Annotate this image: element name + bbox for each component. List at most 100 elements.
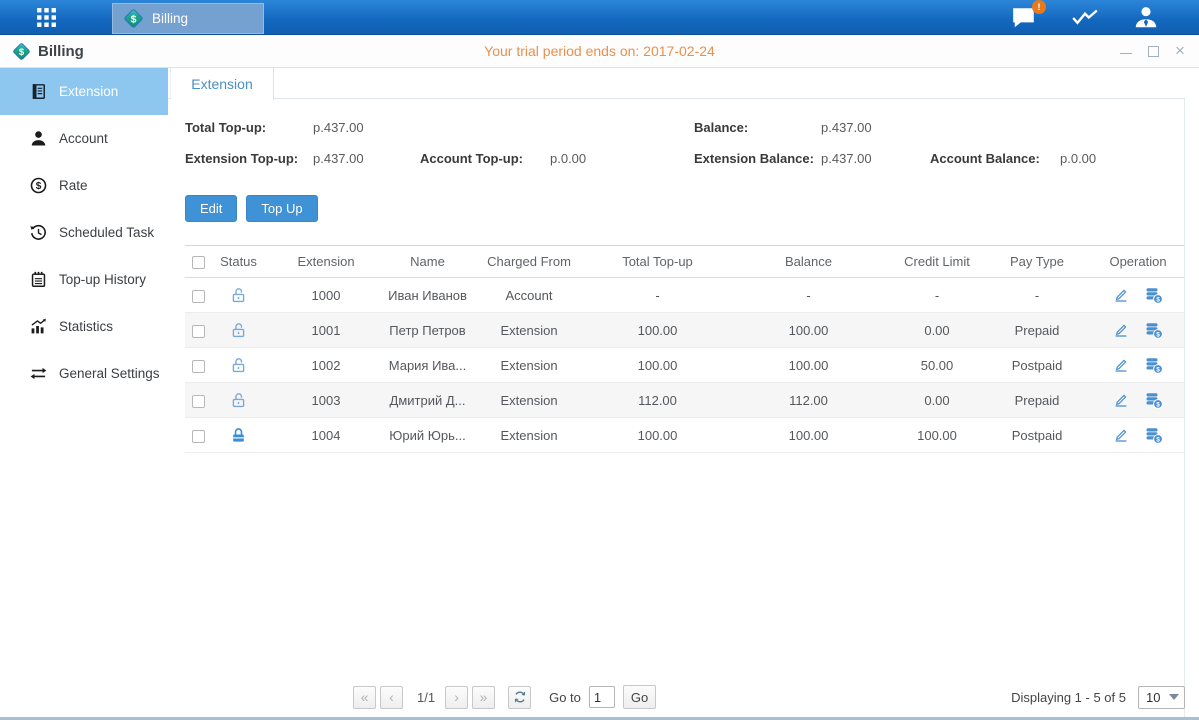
top-up-button[interactable]: Top Up bbox=[246, 195, 317, 222]
topup-history-icon bbox=[30, 271, 47, 288]
taskbar: $ Billing ! bbox=[0, 0, 1199, 35]
sidebar-item-statistics[interactable]: Statistics bbox=[0, 303, 168, 350]
select-all-checkbox[interactable] bbox=[192, 256, 205, 269]
extension-icon bbox=[30, 83, 47, 100]
row-checkbox[interactable] bbox=[192, 395, 205, 408]
chevron-down-icon bbox=[1169, 694, 1179, 700]
lock-open-icon bbox=[230, 322, 247, 339]
charged-from-cell: Extension bbox=[469, 348, 589, 383]
panel-border bbox=[1184, 99, 1185, 717]
extension-topup-label: Extension Top-up: bbox=[185, 151, 313, 166]
edit-icon[interactable] bbox=[1113, 392, 1129, 408]
sidebar-item-label: Extension bbox=[59, 84, 118, 99]
user-icon[interactable] bbox=[1133, 6, 1159, 30]
sidebar-item-general-settings[interactable]: General Settings bbox=[0, 350, 168, 397]
credit-limit-cell: - bbox=[891, 278, 983, 313]
name-cell: Дмитрий Д... bbox=[386, 383, 469, 418]
row-checkbox[interactable] bbox=[192, 325, 205, 338]
lock-open-icon bbox=[230, 287, 247, 304]
balance-cell: 100.00 bbox=[726, 313, 891, 348]
extension-cell: 1003 bbox=[266, 383, 386, 418]
column-header-status[interactable]: Status bbox=[211, 246, 266, 278]
total-topup-label: Total Top-up: bbox=[185, 120, 313, 135]
table-row: 1003Дмитрий Д...Extension112.00112.000.0… bbox=[185, 383, 1185, 418]
close-button[interactable]: × bbox=[1173, 44, 1187, 58]
pay-type-cell: Postpaid bbox=[983, 418, 1091, 453]
sidebar-item-scheduled-task[interactable]: Scheduled Task bbox=[0, 209, 168, 256]
row-checkbox[interactable] bbox=[192, 290, 205, 303]
row-checkbox[interactable] bbox=[192, 430, 205, 443]
column-header-credit-limit[interactable]: Credit Limit bbox=[891, 246, 983, 278]
goto-page-input[interactable] bbox=[589, 686, 615, 708]
balance-label: Balance: bbox=[694, 120, 821, 135]
page-size-value: 10 bbox=[1146, 690, 1160, 705]
edit-icon[interactable] bbox=[1113, 322, 1129, 338]
name-cell: Мария Ива... bbox=[386, 348, 469, 383]
pay-type-cell: Prepaid bbox=[983, 383, 1091, 418]
topup-icon[interactable]: $ bbox=[1145, 357, 1163, 374]
table-row: 1002Мария Ива...Extension100.00100.0050.… bbox=[185, 348, 1185, 383]
pay-type-cell: - bbox=[983, 278, 1091, 313]
column-header-extension[interactable]: Extension bbox=[266, 246, 386, 278]
sidebar-item-rate[interactable]: $Rate bbox=[0, 162, 168, 209]
balance-summary: Total Top-up: p.437.00 Balance: p.437.00… bbox=[168, 99, 1199, 174]
table-header-row: StatusExtensionNameCharged FromTotal Top… bbox=[185, 246, 1185, 278]
action-bar: Edit Top Up bbox=[168, 174, 1199, 222]
statistics-icon bbox=[30, 318, 47, 335]
extension-table: StatusExtensionNameCharged FromTotal Top… bbox=[185, 245, 1185, 453]
last-page-button[interactable]: » bbox=[472, 686, 495, 709]
tab-extension[interactable]: Extension bbox=[170, 68, 274, 100]
pay-type-cell: Prepaid bbox=[983, 313, 1091, 348]
page-indicator: 1/1 bbox=[417, 690, 435, 705]
topup-icon[interactable]: $ bbox=[1145, 287, 1163, 304]
topup-icon[interactable]: $ bbox=[1145, 427, 1163, 444]
resource-monitor-icon[interactable] bbox=[1071, 7, 1099, 29]
credit-limit-cell: 100.00 bbox=[891, 418, 983, 453]
extension-cell: 1002 bbox=[266, 348, 386, 383]
column-header-operation[interactable]: Operation bbox=[1091, 246, 1185, 278]
minimize-button[interactable] bbox=[1119, 44, 1133, 58]
edit-button[interactable]: Edit bbox=[185, 195, 237, 222]
prev-page-button[interactable]: ‹ bbox=[380, 686, 403, 709]
apps-grid-icon[interactable] bbox=[34, 7, 60, 29]
first-page-button[interactable]: « bbox=[353, 686, 376, 709]
total-topup-cell: 112.00 bbox=[589, 383, 726, 418]
general-settings-icon bbox=[30, 365, 47, 382]
total-topup-cell: - bbox=[589, 278, 726, 313]
go-button[interactable]: Go bbox=[623, 685, 656, 709]
page-size-select[interactable]: 10 bbox=[1138, 686, 1185, 709]
sidebar-item-extension[interactable]: Extension bbox=[0, 68, 168, 115]
tab-strip: Extension bbox=[168, 68, 1199, 99]
taskbar-tab-label: Billing bbox=[152, 11, 188, 26]
taskbar-tab-billing[interactable]: $ Billing bbox=[112, 3, 264, 34]
sidebar-item-top-up-history[interactable]: Top-up History bbox=[0, 256, 168, 303]
messages-icon[interactable]: ! bbox=[1011, 6, 1037, 30]
balance-cell: - bbox=[726, 278, 891, 313]
sidebar-item-label: Rate bbox=[59, 178, 88, 193]
edit-icon[interactable] bbox=[1113, 287, 1129, 303]
refresh-button[interactable] bbox=[508, 686, 531, 709]
column-header-pay-type[interactable]: Pay Type bbox=[983, 246, 1091, 278]
extension-cell: 1001 bbox=[266, 313, 386, 348]
column-header-charged-from[interactable]: Charged From bbox=[469, 246, 589, 278]
row-checkbox[interactable] bbox=[192, 360, 205, 373]
column-header-name[interactable]: Name bbox=[386, 246, 469, 278]
name-cell: Иван Иванов bbox=[386, 278, 469, 313]
sidebar-item-account[interactable]: Account bbox=[0, 115, 168, 162]
topup-icon[interactable]: $ bbox=[1145, 322, 1163, 339]
column-header-balance[interactable]: Balance bbox=[726, 246, 891, 278]
lock-open-icon bbox=[230, 392, 247, 409]
edit-icon[interactable] bbox=[1113, 427, 1129, 443]
extension-balance-label: Extension Balance: bbox=[694, 151, 821, 166]
total-topup-cell: 100.00 bbox=[589, 313, 726, 348]
next-page-button[interactable]: › bbox=[445, 686, 468, 709]
topup-icon[interactable]: $ bbox=[1145, 392, 1163, 409]
account-topup-label: Account Top-up: bbox=[420, 151, 550, 166]
edit-icon[interactable] bbox=[1113, 357, 1129, 373]
maximize-button[interactable] bbox=[1146, 44, 1160, 58]
svg-text:$: $ bbox=[1156, 296, 1160, 303]
extension-cell: 1000 bbox=[266, 278, 386, 313]
charged-from-cell: Extension bbox=[469, 383, 589, 418]
column-header-total-top-up[interactable]: Total Top-up bbox=[589, 246, 726, 278]
balance-cell: 112.00 bbox=[726, 383, 891, 418]
